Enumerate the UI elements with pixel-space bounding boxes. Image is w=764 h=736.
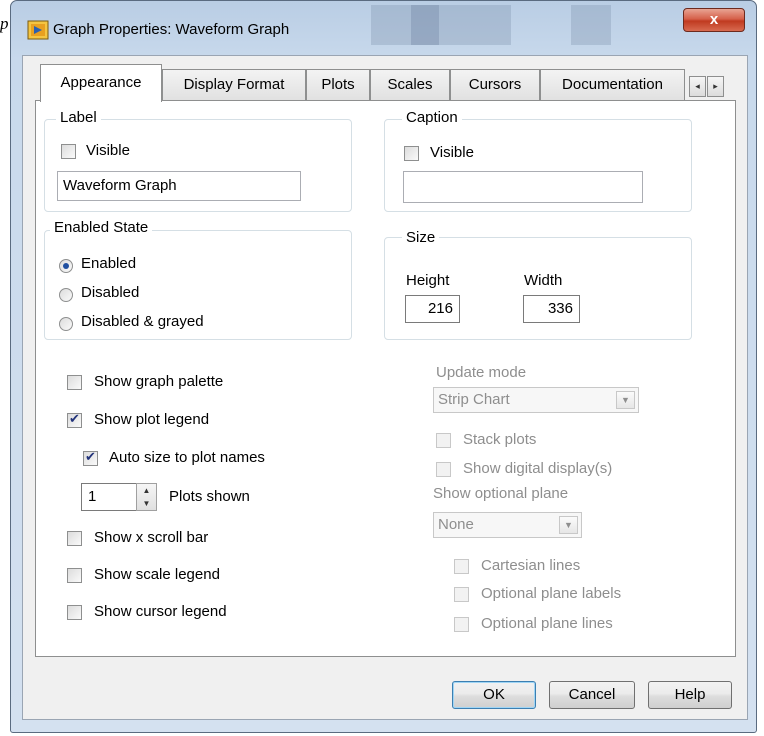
label-text-field[interactable]: Waveform Graph (57, 171, 301, 201)
plots-shown-label: Plots shown (169, 488, 250, 505)
optional-plane-lines-checkbox (454, 617, 469, 632)
show-scale-legend-checkbox[interactable] (67, 568, 82, 583)
titlebar-background (571, 5, 611, 45)
disabled-radio-label: Disabled (81, 284, 140, 301)
titlebar-background (411, 5, 439, 45)
plots-shown-field[interactable]: 1 (81, 483, 137, 511)
disabled-grayed-radio[interactable] (59, 317, 73, 331)
help-button[interactable]: Help (648, 681, 732, 709)
stack-plots-label: Stack plots (463, 431, 537, 448)
show-scale-legend-label: Show scale legend (94, 566, 220, 583)
height-field[interactable]: 216 (405, 295, 460, 323)
update-mode-dropdown: Strip Chart ▼ (433, 387, 639, 413)
stray-glyph: p (0, 14, 9, 33)
tab-scroll-right-button[interactable]: ▸ (707, 76, 724, 97)
plots-shown-spinner[interactable]: ▲ ▼ (136, 483, 157, 511)
chevron-down-icon: ▼ (616, 391, 635, 409)
show-plot-legend-label: Show plot legend (94, 411, 210, 428)
show-x-scroll-bar-label: Show x scroll bar (94, 529, 209, 546)
optional-plane-label: Show optional plane (433, 485, 569, 502)
enabled-state-title: Enabled State (50, 219, 153, 236)
labview-icon (27, 20, 49, 40)
window-title: Graph Properties: Waveform Graph (53, 21, 290, 38)
size-group-title: Size (402, 229, 440, 246)
label-group-title: Label (56, 109, 101, 126)
tab-plots[interactable]: Plots (306, 69, 370, 100)
caption-visible-text: Visible (430, 144, 474, 161)
show-plot-legend-checkbox[interactable] (67, 411, 82, 428)
tab-scroll-left-button[interactable]: ◂ (689, 76, 706, 97)
spinner-down-icon[interactable]: ▼ (137, 497, 156, 510)
show-cursor-legend-checkbox[interactable] (67, 605, 82, 620)
label-visible-text: Visible (86, 142, 130, 159)
show-x-scroll-bar-checkbox[interactable] (67, 531, 82, 546)
show-graph-palette-label: Show graph palette (94, 373, 224, 390)
tab-cursors[interactable]: Cursors (450, 69, 540, 100)
caption-group-title: Caption (402, 109, 462, 126)
tab-appearance[interactable]: Appearance (40, 64, 162, 102)
show-digital-display-checkbox (436, 462, 451, 477)
chevron-down-icon: ▼ (559, 516, 578, 534)
caption-visible-checkbox[interactable] (404, 146, 419, 161)
tab-documentation[interactable]: Documentation (540, 69, 685, 100)
caption-text-field[interactable] (403, 171, 643, 203)
optional-plane-value: None (438, 516, 474, 533)
titlebar-background (371, 5, 511, 45)
cartesian-lines-checkbox (454, 559, 469, 574)
close-button[interactable]: x (683, 8, 745, 32)
optional-plane-labels-checkbox (454, 587, 469, 602)
auto-size-label: Auto size to plot names (109, 449, 265, 466)
disabled-radio[interactable] (59, 288, 73, 302)
width-field[interactable]: 336 (523, 295, 580, 323)
label-visible-checkbox[interactable] (61, 144, 76, 159)
disabled-grayed-radio-label: Disabled & grayed (81, 313, 204, 330)
update-mode-value: Strip Chart (438, 391, 510, 408)
auto-size-checkbox[interactable] (83, 449, 98, 466)
height-label: Height (406, 272, 450, 289)
stack-plots-checkbox (436, 433, 451, 448)
cartesian-lines-label: Cartesian lines (481, 557, 581, 574)
width-label: Width (524, 272, 563, 289)
show-digital-display-label: Show digital display(s) (463, 460, 613, 477)
tab-display-format[interactable]: Display Format (162, 69, 306, 100)
optional-plane-dropdown: None ▼ (433, 512, 582, 538)
update-mode-label: Update mode (436, 364, 527, 381)
ok-button[interactable]: OK (452, 681, 536, 709)
optional-plane-labels-label: Optional plane labels (481, 585, 622, 602)
enabled-radio[interactable] (59, 259, 73, 273)
cancel-button[interactable]: Cancel (549, 681, 635, 709)
tab-scales[interactable]: Scales (370, 69, 450, 100)
spinner-up-icon[interactable]: ▲ (137, 484, 156, 497)
enabled-radio-label: Enabled (81, 255, 137, 272)
optional-plane-lines-label: Optional plane lines (481, 615, 613, 632)
show-graph-palette-checkbox[interactable] (67, 375, 82, 390)
show-cursor-legend-label: Show cursor legend (94, 603, 227, 620)
